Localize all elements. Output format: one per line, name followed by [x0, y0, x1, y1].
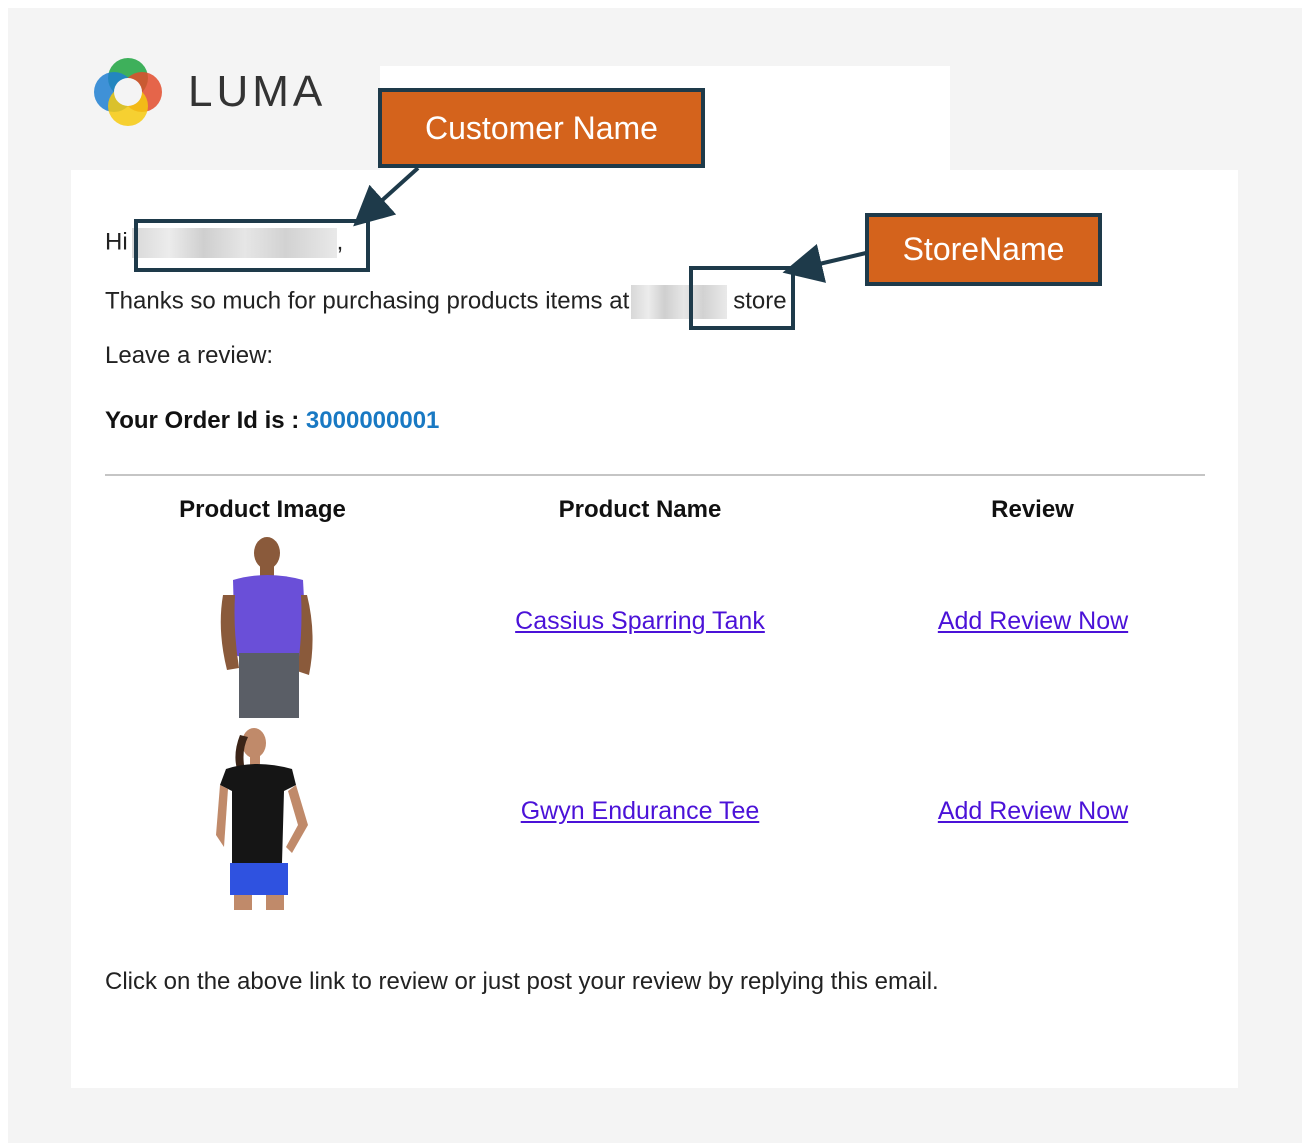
store-name-arrow	[782, 243, 867, 283]
callout-customer-name: Customer Name	[378, 88, 705, 168]
customer-name-arrow	[353, 166, 420, 227]
annotation-arrows	[353, 166, 867, 283]
callout-store-name: StoreName	[865, 213, 1102, 286]
